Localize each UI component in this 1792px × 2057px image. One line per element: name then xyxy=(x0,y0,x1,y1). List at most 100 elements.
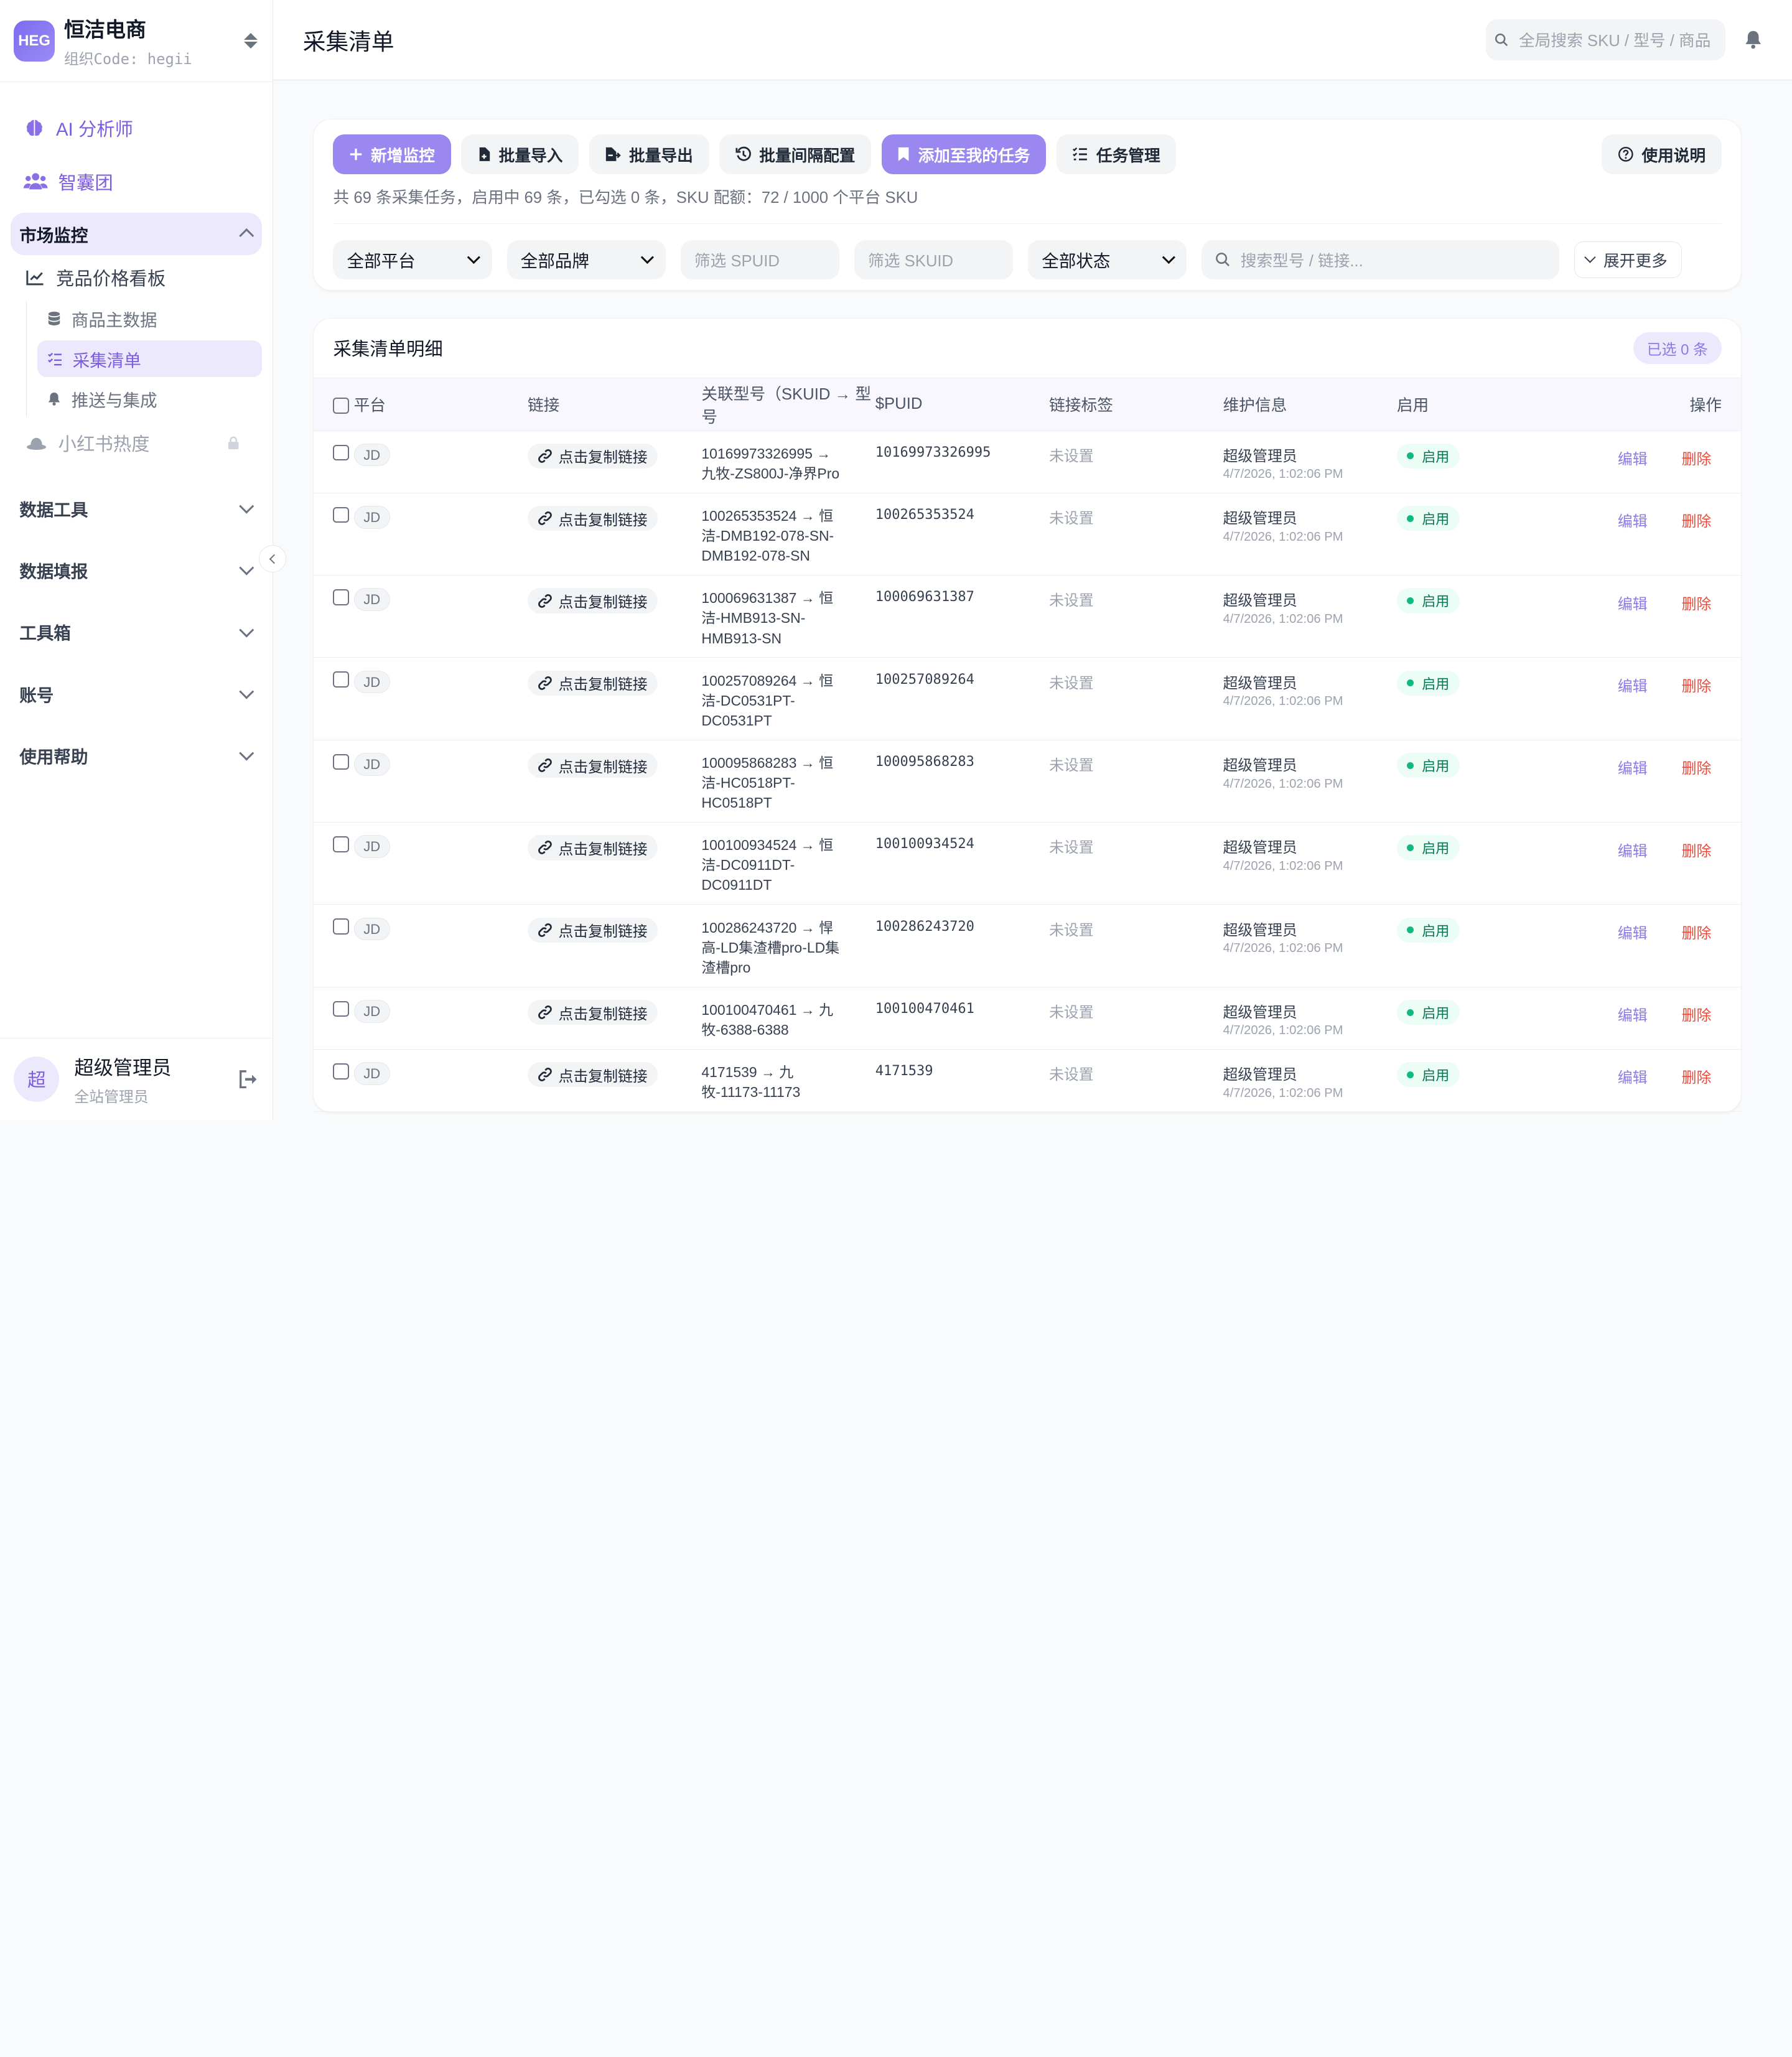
status-label: 启用 xyxy=(1422,449,1450,465)
copy-link-button[interactable]: 点击复制链接 xyxy=(527,588,658,613)
status-dot xyxy=(1407,597,1414,604)
nav-collect-list[interactable]: 采集清单 xyxy=(37,340,263,377)
copy-link-button[interactable]: 点击复制链接 xyxy=(527,752,658,778)
nav-price-board[interactable]: 竞品价格看板 xyxy=(11,255,263,301)
edit-link[interactable]: 编辑 xyxy=(1618,760,1648,777)
add-to-my-tasks-button[interactable]: 添加至我的任务 xyxy=(881,134,1047,175)
edit-link[interactable]: 编辑 xyxy=(1618,451,1648,468)
delete-link[interactable]: 删除 xyxy=(1682,451,1712,468)
status-select[interactable]: 全部状态 xyxy=(1028,240,1187,279)
status-badge[interactable]: 启用 xyxy=(1396,443,1460,469)
nav-ai-analyst[interactable]: AI 分析师 xyxy=(11,105,263,151)
nav-group-market[interactable]: 市场监控 xyxy=(10,212,263,255)
add-to-my-tasks-label: 添加至我的任务 xyxy=(918,147,1030,165)
search-icon xyxy=(1216,253,1230,267)
edit-link[interactable]: 编辑 xyxy=(1618,596,1648,613)
brand-select[interactable]: 全部品牌 xyxy=(506,240,666,279)
nav-group-data-report[interactable]: 数据填报 xyxy=(11,539,263,601)
expand-more-button[interactable]: 展开更多 xyxy=(1574,241,1682,278)
avatar: 超 xyxy=(14,1056,60,1103)
platform-badge: JD xyxy=(353,1061,390,1085)
platform-badge: JD xyxy=(353,917,390,941)
row-checkbox[interactable] xyxy=(333,589,350,605)
copy-link-button[interactable]: 点击复制链接 xyxy=(527,999,658,1025)
task-management-button[interactable]: 任务管理 xyxy=(1056,134,1177,175)
add-monitor-button[interactable]: 新增监控 xyxy=(333,134,451,175)
select-all-checkbox[interactable] xyxy=(333,397,350,414)
copy-link-button[interactable]: 点击复制链接 xyxy=(527,835,658,861)
row-checkbox[interactable] xyxy=(333,1063,350,1080)
spuid-cell: 10169973326995 xyxy=(875,444,991,460)
row-checkbox[interactable] xyxy=(333,836,350,852)
spuid-filter-input[interactable]: 筛选 SPUID xyxy=(680,240,840,279)
delete-link[interactable]: 删除 xyxy=(1682,1070,1712,1086)
global-search-input[interactable]: 全局搜索 SKU / 型号 / 商品 xyxy=(1485,19,1726,60)
batch-interval-button[interactable]: 批量间隔配置 xyxy=(719,134,872,175)
status-badge[interactable]: 启用 xyxy=(1396,999,1460,1025)
tag-cell: 未设置 xyxy=(1049,1066,1094,1083)
status-badge[interactable]: 启用 xyxy=(1396,505,1460,531)
copy-link-button[interactable]: 点击复制链接 xyxy=(527,505,658,531)
nav-group-label: 数据填报 xyxy=(19,562,88,582)
org-switcher[interactable]: HEG 恒洁电商 组织Code: hegii xyxy=(0,0,273,83)
nav-group-label: 数据工具 xyxy=(19,500,88,520)
batch-export-button[interactable]: 批量导出 xyxy=(589,134,709,175)
platform-badge: JD xyxy=(353,752,390,776)
status-badge[interactable]: 启用 xyxy=(1396,835,1460,861)
row-checkbox[interactable] xyxy=(333,1001,350,1017)
delete-link[interactable]: 删除 xyxy=(1682,678,1712,695)
delete-link[interactable]: 删除 xyxy=(1682,596,1712,613)
history-icon xyxy=(735,146,751,161)
model-cell: 100069631387 → 恒洁-HMB913-SN-HMB913-SN xyxy=(701,590,834,646)
delete-link[interactable]: 删除 xyxy=(1682,925,1712,942)
batch-import-button[interactable]: 批量导入 xyxy=(461,134,579,175)
row-checkbox[interactable] xyxy=(333,506,350,523)
edit-link[interactable]: 编辑 xyxy=(1618,1070,1648,1086)
platform-select-value: 全部平台 xyxy=(347,251,416,271)
delete-link[interactable]: 删除 xyxy=(1682,513,1712,530)
copy-link-button[interactable]: 点击复制链接 xyxy=(527,670,658,696)
status-badge[interactable]: 启用 xyxy=(1396,1061,1460,1088)
delete-link[interactable]: 删除 xyxy=(1682,843,1712,860)
nav-group-toolbox[interactable]: 工具箱 xyxy=(11,601,263,663)
row-checkbox[interactable] xyxy=(333,753,350,770)
edit-link[interactable]: 编辑 xyxy=(1618,925,1648,942)
list-check-icon xyxy=(48,352,62,365)
file-export-icon xyxy=(606,147,622,162)
col-enabled: 启用 xyxy=(1396,378,1551,431)
row-checkbox[interactable] xyxy=(333,918,350,935)
status-badge[interactable]: 启用 xyxy=(1396,670,1460,696)
tag-cell: 未设置 xyxy=(1049,447,1094,465)
status-badge[interactable]: 启用 xyxy=(1396,588,1460,613)
model-link-search-input[interactable]: 搜索型号 / 链接... xyxy=(1202,240,1560,279)
status-badge[interactable]: 启用 xyxy=(1396,917,1460,943)
edit-link[interactable]: 编辑 xyxy=(1618,513,1648,530)
batch-export-label: 批量导出 xyxy=(628,147,693,165)
delete-link[interactable]: 删除 xyxy=(1682,1007,1712,1024)
nav-push-integration[interactable]: 推送与集成 xyxy=(37,380,263,417)
platform-select[interactable]: 全部平台 xyxy=(333,240,492,279)
bell-icon[interactable] xyxy=(1744,29,1762,50)
copy-link-button[interactable]: 点击复制链接 xyxy=(527,443,658,469)
copy-link-button[interactable]: 点击复制链接 xyxy=(527,1061,658,1088)
edit-link[interactable]: 编辑 xyxy=(1618,678,1648,695)
model-cell: 100286243720 → 悍高-LD集渣槽pro-LD集渣槽pro xyxy=(701,919,840,976)
nav-group-help[interactable]: 使用帮助 xyxy=(11,724,263,786)
row-checkbox[interactable] xyxy=(333,444,350,461)
edit-link[interactable]: 编辑 xyxy=(1618,1007,1648,1024)
edit-link[interactable]: 编辑 xyxy=(1618,843,1648,860)
switch-org-icon[interactable] xyxy=(243,32,259,49)
nav-group-data-tools[interactable]: 数据工具 xyxy=(11,478,263,539)
status-label: 启用 xyxy=(1422,676,1450,692)
nav-product-master[interactable]: 商品主数据 xyxy=(37,301,263,337)
nav-group-account[interactable]: 账号 xyxy=(11,663,263,724)
status-badge[interactable]: 启用 xyxy=(1396,752,1460,778)
delete-link[interactable]: 删除 xyxy=(1682,760,1712,777)
nav-think-tank[interactable]: 智囊团 xyxy=(11,159,263,204)
logout-icon[interactable] xyxy=(238,1070,259,1088)
copy-link-button[interactable]: 点击复制链接 xyxy=(527,917,658,943)
row-checkbox[interactable] xyxy=(333,671,350,688)
help-button[interactable]: 使用说明 xyxy=(1602,134,1722,175)
skuid-filter-input[interactable]: 筛选 SKUID xyxy=(854,240,1014,279)
add-monitor-label: 新增监控 xyxy=(371,147,435,165)
